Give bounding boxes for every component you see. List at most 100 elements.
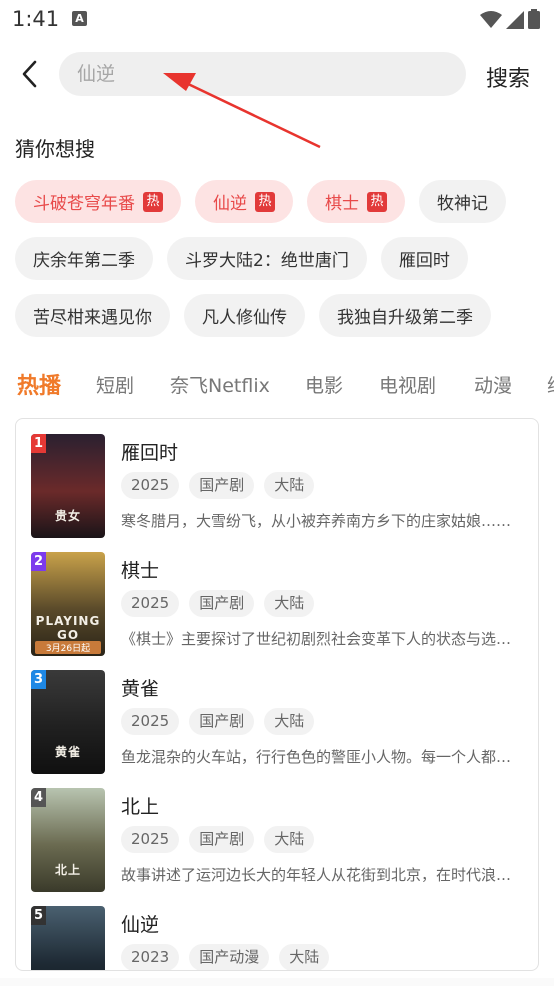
suggestions-title: 猜你想搜 <box>15 137 95 161</box>
list-item[interactable]: 仙逆 5 仙逆 2023 国产动漫 大陆 <box>16 906 538 970</box>
list-item[interactable]: 贵女 1 雁回时 2025 国产剧 大陆 寒冬腊月，大雪纷飞，从小被弃养南方乡下… <box>16 434 538 538</box>
poster-title: 北上 <box>54 863 81 877</box>
battery-icon <box>528 9 540 29</box>
tag-label: 棋士 <box>325 194 359 214</box>
genre-chip: 国产动漫 <box>189 944 270 970</box>
ranking-list: 贵女 1 雁回时 2025 国产剧 大陆 寒冬腊月，大雪纷飞，从小被弃养南方乡下… <box>15 418 539 971</box>
search-box[interactable] <box>59 52 466 96</box>
bottom-edge <box>0 978 554 986</box>
tag-row: 斗破苍穹年番热 仙逆热 棋士热 牧神记 <box>15 180 545 224</box>
search-header: 搜索 <box>0 48 554 100</box>
tab-anime[interactable]: 动漫 <box>474 371 512 398</box>
region-chip: 大陆 <box>264 472 315 499</box>
chevron-left-icon <box>22 60 37 88</box>
search-button[interactable]: 搜索 <box>486 61 530 93</box>
genre-chip: 国产剧 <box>189 472 255 499</box>
item-title: 雁回时 <box>121 442 179 464</box>
suggestion-tags: 斗破苍穹年番热 仙逆热 棋士热 牧神记 庆余年第二季 斗罗大陆2：绝世唐门 雁回… <box>15 180 545 351</box>
genre-chip: 国产剧 <box>189 708 255 735</box>
item-title: 北上 <box>121 796 160 818</box>
rank-badge: 5 <box>31 906 46 925</box>
poster-image: 黄雀 3 <box>31 670 105 774</box>
suggestion-tag[interactable]: 仙逆热 <box>195 180 293 223</box>
item-description: 鱼龙混杂的火车站，行行色色的警匪小人物。每一个人都…… <box>121 748 513 766</box>
genre-chip: 国产剧 <box>189 826 255 853</box>
back-button[interactable] <box>12 54 46 94</box>
suggestion-tag[interactable]: 棋士热 <box>307 180 405 223</box>
tag-label: 雁回时 <box>398 251 450 271</box>
item-tags: 2025 国产剧 大陆 <box>121 826 315 853</box>
suggestion-tag[interactable]: 斗破苍穹年番热 <box>15 180 181 223</box>
poster-image: 仙逆 5 <box>31 906 105 970</box>
status-bar: 1:41 A <box>0 0 554 38</box>
status-indicators <box>480 9 540 29</box>
tag-label: 庆余年第二季 <box>33 251 135 271</box>
hot-badge: 热 <box>143 191 163 212</box>
region-chip: 大陆 <box>279 944 330 970</box>
poster-image: 北上 4 <box>31 788 105 892</box>
tag-label: 牧神记 <box>437 194 488 214</box>
list-item[interactable]: PLAYING GO 3月26日起 2 棋士 2025 国产剧 大陆 《棋士》主… <box>16 552 538 656</box>
signal-icon <box>506 11 524 29</box>
year-chip: 2025 <box>121 708 180 735</box>
tab-variety[interactable]: 综 <box>547 371 554 398</box>
tab-hot[interactable]: 热播 <box>17 368 61 400</box>
tag-label: 苦尽柑来遇见你 <box>33 308 152 328</box>
year-chip: 2023 <box>121 944 180 970</box>
tab-short-drama[interactable]: 短剧 <box>96 371 134 398</box>
tag-label: 斗破苍穹年番 <box>33 194 135 214</box>
hot-badge: 热 <box>255 191 275 212</box>
item-description: 《棋士》主要探讨了世纪初剧烈社会变革下人的状态与选择…… <box>121 630 513 648</box>
wifi-icon <box>480 11 502 28</box>
tag-label: 凡人修仙传 <box>202 308 287 328</box>
tag-row: 庆余年第二季 斗罗大陆2：绝世唐门 雁回时 <box>15 237 545 281</box>
rank-badge: 3 <box>31 670 46 689</box>
item-description: 寒冬腊月，大雪纷飞，从小被弃养南方乡下的庄家姑娘…… <box>121 512 512 530</box>
region-chip: 大陆 <box>264 708 315 735</box>
hot-badge: 热 <box>367 191 387 212</box>
list-item[interactable]: 北上 4 北上 2025 国产剧 大陆 故事讲述了运河边长大的年轻人从花街到北京… <box>16 788 538 892</box>
tab-netflix[interactable]: 奈飞Netflix <box>170 371 270 398</box>
rank-badge: 2 <box>31 552 46 571</box>
item-tags: 2025 国产剧 大陆 <box>121 708 315 735</box>
suggestion-tag[interactable]: 凡人修仙传 <box>184 294 305 337</box>
suggestion-tag[interactable]: 苦尽柑来遇见你 <box>15 294 170 337</box>
suggestion-tag[interactable]: 雁回时 <box>380 237 468 280</box>
item-tags: 2025 国产剧 大陆 <box>121 472 315 499</box>
suggestion-tag[interactable]: 我独自升级第二季 <box>319 294 491 337</box>
region-chip: 大陆 <box>264 826 315 853</box>
tab-movie[interactable]: 电影 <box>305 371 343 398</box>
poster-title: 黄雀 <box>54 745 81 759</box>
list-item[interactable]: 黄雀 3 黄雀 2025 国产剧 大陆 鱼龙混杂的火车站，行行色色的警匪小人物。… <box>16 670 538 774</box>
category-tabs: 热播 短剧 奈飞Netflix 电影 电视剧 动漫 综 <box>0 365 554 405</box>
tag-label: 斗罗大陆2：绝世唐门 <box>185 251 349 271</box>
status-time: 1:41 <box>12 7 60 31</box>
tag-label: 仙逆 <box>213 194 247 214</box>
genre-chip: 国产剧 <box>189 590 255 617</box>
tab-tv-series[interactable]: 电视剧 <box>379 371 436 398</box>
item-title: 仙逆 <box>121 914 160 936</box>
poster-image: 贵女 1 <box>31 434 105 538</box>
notification-icon: A <box>72 11 87 26</box>
poster-image: PLAYING GO 3月26日起 2 <box>31 552 105 656</box>
year-chip: 2025 <box>121 472 180 499</box>
poster-title: PLAYING GO <box>35 614 101 642</box>
poster-title: 贵女 <box>54 509 81 523</box>
tag-row: 苦尽柑来遇见你 凡人修仙传 我独自升级第二季 <box>15 294 545 338</box>
search-input[interactable] <box>77 52 447 96</box>
rank-badge: 1 <box>31 434 46 453</box>
item-tags: 2025 国产剧 大陆 <box>121 590 315 617</box>
tag-label: 我独自升级第二季 <box>337 308 473 328</box>
region-chip: 大陆 <box>264 590 315 617</box>
suggestion-tag[interactable]: 斗罗大陆2：绝世唐门 <box>167 237 367 280</box>
suggestion-tag[interactable]: 牧神记 <box>419 180 506 223</box>
item-title: 黄雀 <box>121 678 160 700</box>
year-chip: 2025 <box>121 826 180 853</box>
item-title: 棋士 <box>121 560 160 582</box>
item-tags: 2023 国产动漫 大陆 <box>121 944 330 970</box>
poster-date: 3月26日起 <box>35 641 101 654</box>
suggestion-tag[interactable]: 庆余年第二季 <box>15 237 153 280</box>
rank-badge: 4 <box>31 788 46 807</box>
year-chip: 2025 <box>121 590 180 617</box>
item-description: 故事讲述了运河边长大的年轻人从花街到北京，在时代浪潮中…… <box>121 866 513 884</box>
